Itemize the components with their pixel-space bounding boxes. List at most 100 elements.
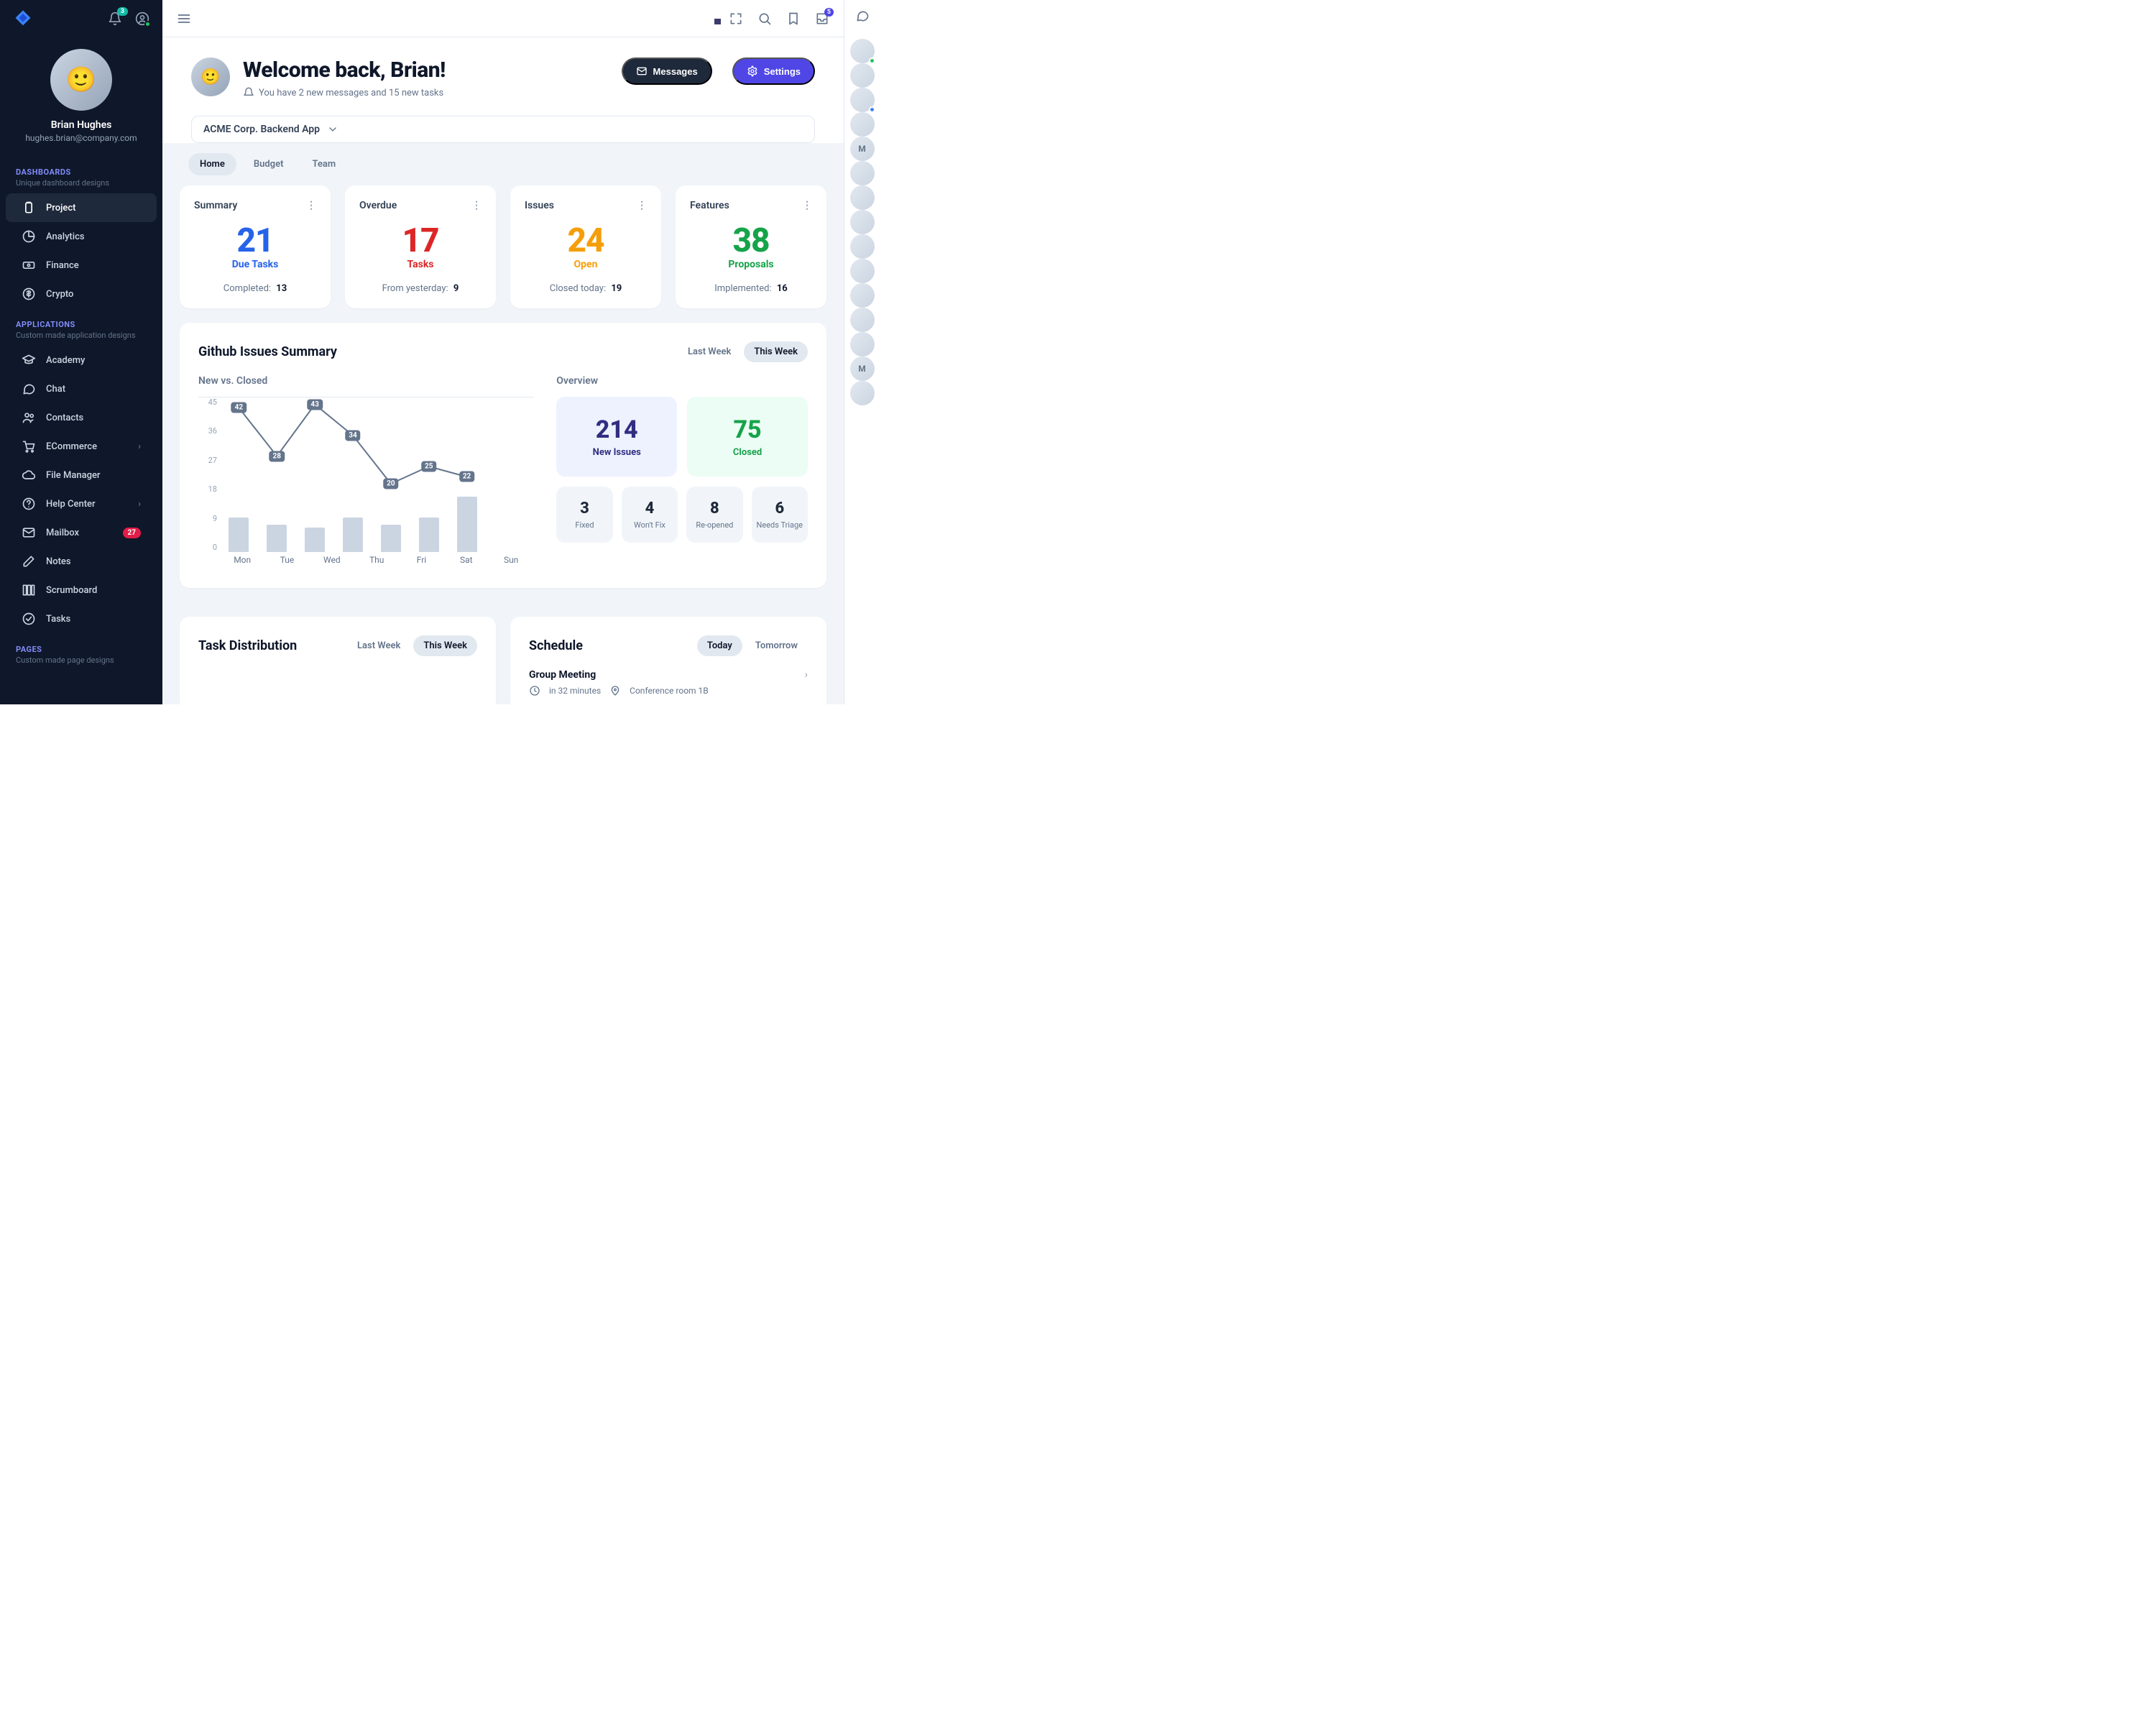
pie-icon — [22, 229, 36, 244]
card-value: 24 — [525, 221, 647, 260]
card-menu[interactable]: ⋮ — [802, 200, 812, 211]
card-menu[interactable]: ⋮ — [306, 200, 316, 211]
online-indicator — [144, 21, 151, 27]
contact-avatar[interactable] — [850, 308, 875, 332]
contact-avatar[interactable] — [850, 210, 875, 234]
schedule-tomorrow[interactable]: Tomorrow — [745, 635, 808, 656]
notifications-button[interactable]: 3 — [108, 12, 122, 26]
project-selector[interactable]: ACME Corp. Backend App — [191, 116, 815, 143]
main-content: 5 🙂 Welcome back, Brian! You have 2 new … — [162, 0, 844, 704]
contact-avatar[interactable]: M — [850, 137, 875, 161]
sidebar-item-academy[interactable]: Academy — [6, 346, 157, 374]
check-icon — [22, 612, 36, 626]
summary-card-issues: Issues⋮24OpenClosed today: 19 — [510, 185, 661, 308]
tabs: Home BudgetTeam — [180, 143, 826, 185]
nav-label: Crypto — [46, 289, 73, 300]
tab-home[interactable]: Home — [188, 153, 236, 175]
sidebar-item-mailbox[interactable]: Mailbox27 — [6, 518, 157, 547]
contact-avatar[interactable] — [850, 39, 875, 63]
notifications-badge: 3 — [117, 7, 128, 16]
github-range-toggle: Last Week This Week — [678, 341, 808, 362]
sidebar-item-help-center[interactable]: Help Center› — [6, 489, 157, 518]
sidebar-item-file-manager[interactable]: File Manager — [6, 461, 157, 489]
card-menu[interactable]: ⋮ — [637, 200, 647, 211]
sidebar-item-notes[interactable]: Notes — [6, 547, 157, 576]
sidebar: 3 🙂 Brian Hughes hughes.brian@company.co… — [0, 0, 162, 704]
sidebar-item-ecommerce[interactable]: ECommerce› — [6, 432, 157, 461]
search-button[interactable] — [757, 12, 772, 26]
sidebar-item-crypto[interactable]: Crypto — [6, 280, 157, 308]
topbar: 5 — [162, 0, 844, 37]
card-title: Overdue — [359, 200, 397, 211]
user-status-button[interactable] — [135, 12, 149, 26]
contact-avatar[interactable] — [850, 63, 875, 88]
contact-avatar[interactable]: M — [850, 356, 875, 381]
messages-button[interactable]: Messages — [622, 58, 712, 85]
contact-avatar[interactable] — [850, 161, 875, 185]
nav-label: Chat — [46, 384, 65, 395]
chart-subtitle: New vs. Closed — [198, 375, 533, 387]
chat-panel-toggle[interactable] — [855, 9, 870, 23]
sidebar-item-contacts[interactable]: Contacts — [6, 403, 157, 432]
chat-rail: MM — [844, 0, 880, 704]
pencil-icon — [22, 554, 36, 569]
summary-card-features: Features⋮38ProposalsImplemented: 16 — [676, 185, 826, 308]
nav-label: Academy — [46, 355, 85, 366]
contact-avatar[interactable] — [850, 185, 875, 210]
schedule-item[interactable]: › Group Meeting in 32 minutes Conference… — [529, 669, 808, 696]
summary-card-summary: Summary⋮21Due TasksCompleted: 13 — [180, 185, 331, 308]
columns-icon — [22, 583, 36, 597]
schedule-today[interactable]: Today — [697, 635, 742, 656]
tab-budget[interactable]: Budget — [242, 153, 295, 175]
contact-avatar[interactable] — [850, 112, 875, 137]
card-menu[interactable]: ⋮ — [471, 200, 482, 211]
cap-icon — [22, 353, 36, 367]
card-title: Issues — [525, 200, 554, 211]
settings-button[interactable]: Settings — [732, 58, 815, 85]
menu-toggle[interactable] — [177, 12, 191, 26]
card-title: Summary — [194, 200, 237, 211]
toggle-this-week[interactable]: This Week — [744, 341, 808, 362]
card-footer: Implemented: 16 — [690, 283, 812, 294]
tab-team[interactable]: Team — [300, 153, 347, 175]
sidebar-item-tasks[interactable]: Tasks — [6, 604, 157, 633]
nav-label: Tasks — [46, 614, 70, 625]
toggle-last-week[interactable]: Last Week — [678, 341, 741, 362]
nav-section-subtitle: Custom made application designs — [0, 331, 162, 346]
schedule-card: Schedule Today Tomorrow › Group Meeting … — [510, 617, 826, 704]
nav-label: Analytics — [46, 231, 85, 242]
nav-label: Scrumboard — [46, 585, 97, 596]
nav-label: ECommerce — [46, 441, 97, 452]
contact-avatar[interactable] — [850, 259, 875, 283]
contact-avatar[interactable] — [850, 88, 875, 112]
nav-section-subtitle: Unique dashboard designs — [0, 178, 162, 193]
gear-icon — [747, 65, 758, 77]
task-distribution-card: Task Distribution Last Week This Week — [180, 617, 496, 704]
sidebar-item-finance[interactable]: Finance — [6, 251, 157, 280]
taskdist-this-week[interactable]: This Week — [413, 635, 477, 656]
bookmarks-button[interactable] — [786, 12, 801, 26]
inbox-badge: 5 — [824, 8, 834, 17]
contact-avatar[interactable] — [850, 381, 875, 405]
inbox-button[interactable]: 5 — [815, 12, 829, 26]
avatar[interactable]: 🙂 — [50, 49, 112, 111]
taskdist-last-week[interactable]: Last Week — [347, 635, 410, 656]
fullscreen-button[interactable] — [729, 12, 743, 26]
overview-won-t-fix: 4Won't Fix — [622, 487, 678, 543]
profile-name: Brian Hughes — [0, 119, 162, 131]
contact-avatar[interactable] — [850, 332, 875, 356]
nav-label: File Manager — [46, 470, 101, 481]
bookmark-icon — [786, 12, 801, 26]
nav-label: Notes — [46, 556, 71, 567]
chevron-down-icon — [327, 124, 338, 135]
contact-avatar[interactable] — [850, 234, 875, 259]
sidebar-item-chat[interactable]: Chat — [6, 374, 157, 403]
sidebar-item-project[interactable]: Project — [6, 193, 157, 222]
contact-avatar[interactable] — [850, 283, 875, 308]
nav-label: Contacts — [46, 413, 83, 423]
cash-icon — [22, 258, 36, 272]
overview-fixed: 3Fixed — [556, 487, 612, 543]
location-icon — [609, 685, 621, 696]
sidebar-item-analytics[interactable]: Analytics — [6, 222, 157, 251]
sidebar-item-scrumboard[interactable]: Scrumboard — [6, 576, 157, 604]
